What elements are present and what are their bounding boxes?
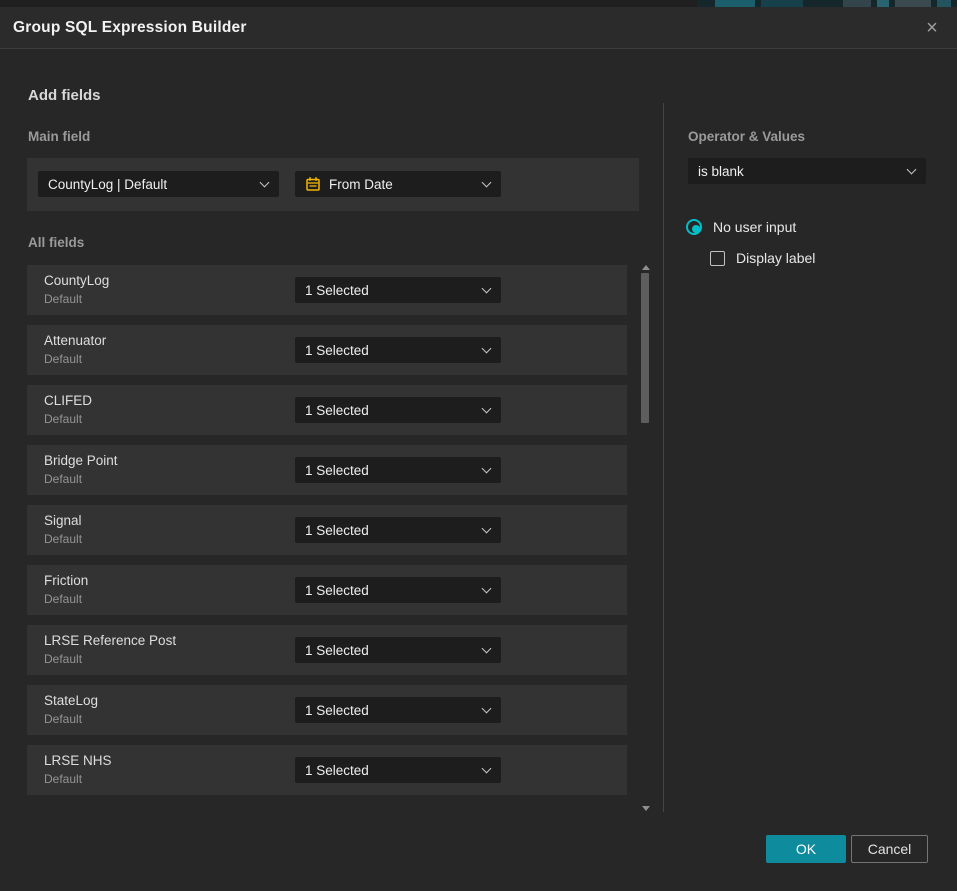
field-sublabel: Default <box>44 592 82 606</box>
all-fields-list: CountyLog Default 1 Selected Attenuator … <box>27 265 627 805</box>
field-selection-dropdown[interactable]: 1 Selected <box>295 757 501 783</box>
scroll-down-icon[interactable] <box>642 806 650 811</box>
background-fragment <box>843 0 871 7</box>
screen: Group SQL Expression Builder × Add field… <box>0 0 957 891</box>
field-selection-value: 1 Selected <box>305 583 369 598</box>
group-sql-expression-builder-dialog: Group SQL Expression Builder × Add field… <box>0 7 957 891</box>
field-row: StateLog Default 1 Selected <box>27 685 627 735</box>
chevron-down-icon <box>907 165 917 175</box>
operator-value: is blank <box>698 164 744 179</box>
field-selection-value: 1 Selected <box>305 703 369 718</box>
field-selection-value: 1 Selected <box>305 643 369 658</box>
field-name: CLIFED <box>44 393 92 408</box>
field-selection-dropdown[interactable]: 1 Selected <box>295 397 501 423</box>
column-divider <box>663 103 664 812</box>
checkbox-unchecked-icon[interactable] <box>710 251 725 266</box>
operator-values-heading: Operator & Values <box>688 129 805 144</box>
field-name: LRSE Reference Post <box>44 633 176 648</box>
field-selection-dropdown[interactable]: 1 Selected <box>295 337 501 363</box>
field-row: Friction Default 1 Selected <box>27 565 627 615</box>
chevron-down-icon <box>260 178 270 188</box>
field-name: LRSE NHS <box>44 753 112 768</box>
field-sublabel: Default <box>44 412 82 426</box>
main-field-label: Main field <box>28 129 90 144</box>
field-selection-dropdown[interactable]: 1 Selected <box>295 697 501 723</box>
close-icon[interactable]: × <box>921 17 943 39</box>
field-sublabel: Default <box>44 712 82 726</box>
scroll-up-icon[interactable] <box>642 265 650 270</box>
chevron-down-icon <box>482 404 492 414</box>
field-selection-value: 1 Selected <box>305 403 369 418</box>
background-app-fragments <box>697 0 957 7</box>
chevron-down-icon <box>482 178 492 188</box>
main-field-date-value: From Date <box>329 177 393 192</box>
field-selection-dropdown[interactable]: 1 Selected <box>295 457 501 483</box>
background-fragment <box>937 0 951 7</box>
field-row: CLIFED Default 1 Selected <box>27 385 627 435</box>
chevron-down-icon <box>482 464 492 474</box>
field-sublabel: Default <box>44 292 82 306</box>
background-fragment <box>761 0 803 7</box>
field-sublabel: Default <box>44 532 82 546</box>
field-name: StateLog <box>44 693 98 708</box>
field-row: Bridge Point Default 1 Selected <box>27 445 627 495</box>
ok-button[interactable]: OK <box>766 835 846 863</box>
field-name: CountyLog <box>44 273 109 288</box>
field-selection-value: 1 Selected <box>305 343 369 358</box>
main-field-date-dropdown[interactable]: From Date <box>295 171 501 197</box>
no-user-input-label: No user input <box>713 219 796 235</box>
main-field-panel: CountyLog | Default From Date <box>27 158 639 211</box>
chevron-down-icon <box>482 344 492 354</box>
background-fragment <box>895 0 931 7</box>
display-label-checkbox-row[interactable]: Display label <box>710 250 815 266</box>
field-selection-value: 1 Selected <box>305 283 369 298</box>
field-row: CountyLog Default 1 Selected <box>27 265 627 315</box>
scrollbar-thumb[interactable] <box>641 273 649 423</box>
background-fragment <box>877 0 889 7</box>
field-row: Signal Default 1 Selected <box>27 505 627 555</box>
chevron-down-icon <box>482 584 492 594</box>
field-row: LRSE NHS Default 1 Selected <box>27 745 627 795</box>
field-name: Bridge Point <box>44 453 118 468</box>
no-user-input-radio[interactable]: No user input <box>686 219 796 235</box>
scrollbar[interactable] <box>638 263 652 813</box>
field-row: LRSE Reference Post Default 1 Selected <box>27 625 627 675</box>
field-sublabel: Default <box>44 472 82 486</box>
background-app-strip <box>0 0 957 7</box>
operator-dropdown[interactable]: is blank <box>688 158 926 184</box>
field-selection-value: 1 Selected <box>305 763 369 778</box>
cancel-button[interactable]: Cancel <box>851 835 928 863</box>
field-name: Friction <box>44 573 88 588</box>
field-selection-value: 1 Selected <box>305 523 369 538</box>
field-name: Attenuator <box>44 333 106 348</box>
dialog-titlebar: Group SQL Expression Builder × <box>0 7 957 49</box>
field-selection-dropdown[interactable]: 1 Selected <box>295 637 501 663</box>
add-fields-heading: Add fields <box>28 87 101 104</box>
all-fields-label: All fields <box>28 235 84 250</box>
field-name: Signal <box>44 513 82 528</box>
chevron-down-icon <box>482 284 492 294</box>
dialog-title: Group SQL Expression Builder <box>13 7 247 49</box>
main-field-source-value: CountyLog | Default <box>48 177 167 192</box>
calendar-icon <box>305 176 321 192</box>
field-sublabel: Default <box>44 772 82 786</box>
chevron-down-icon <box>482 524 492 534</box>
chevron-down-icon <box>482 704 492 714</box>
field-sublabel: Default <box>44 352 82 366</box>
display-label-label: Display label <box>736 250 815 266</box>
chevron-down-icon <box>482 764 492 774</box>
radio-selected-icon[interactable] <box>686 219 702 235</box>
field-row: Attenuator Default 1 Selected <box>27 325 627 375</box>
chevron-down-icon <box>482 644 492 654</box>
field-sublabel: Default <box>44 652 82 666</box>
field-selection-value: 1 Selected <box>305 463 369 478</box>
field-selection-dropdown[interactable]: 1 Selected <box>295 277 501 303</box>
background-fragment <box>715 0 755 7</box>
field-selection-dropdown[interactable]: 1 Selected <box>295 517 501 543</box>
main-field-source-dropdown[interactable]: CountyLog | Default <box>38 171 279 197</box>
field-selection-dropdown[interactable]: 1 Selected <box>295 577 501 603</box>
